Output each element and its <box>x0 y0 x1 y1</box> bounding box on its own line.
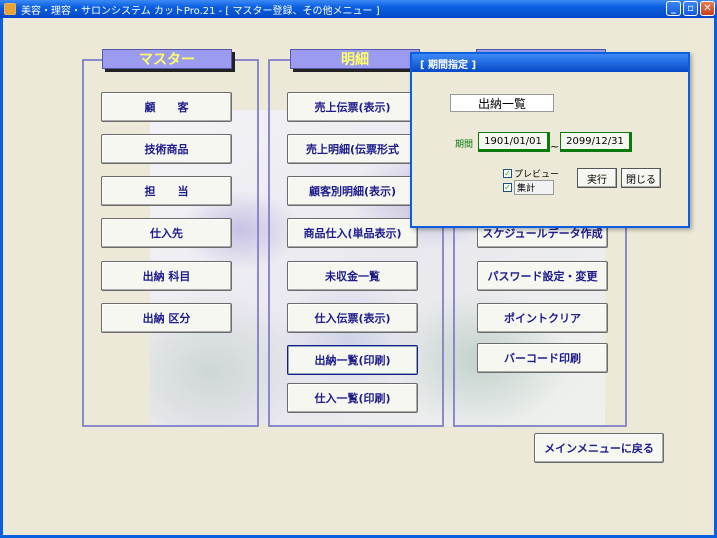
total-checkbox[interactable]: ✓ <box>503 183 512 192</box>
customer-button[interactable]: 顧 客 <box>101 92 232 122</box>
product-purchase-button[interactable]: 商品仕入(単品表示) <box>287 218 418 248</box>
sales-detail-button[interactable]: 売上明細(伝票形式 <box>287 134 418 164</box>
dialog-close-button[interactable]: 閉じる <box>621 168 661 188</box>
preview-option[interactable]: ✓ プレビュー <box>503 167 559 180</box>
purchase-slip-button[interactable]: 仕入伝票(表示) <box>287 303 418 333</box>
run-button[interactable]: 実行 <box>577 168 617 188</box>
date-from-field[interactable]: 1901/01/01 <box>478 132 550 152</box>
purchase-list-print-button[interactable]: 仕入一覧(印刷) <box>287 383 418 413</box>
sales-slip-button[interactable]: 売上伝票(表示) <box>287 92 418 122</box>
service-products-button[interactable]: 技術商品 <box>101 134 232 164</box>
customer-detail-button[interactable]: 顧客別明細(表示) <box>287 176 418 206</box>
barcode-print-button[interactable]: バーコード印刷 <box>477 343 608 373</box>
account-category-button[interactable]: 出納 区分 <box>101 303 232 333</box>
password-settings-button[interactable]: パスワード設定・変更 <box>477 261 608 291</box>
title-bar: 美容・理容・サロンシステム カットPro.21 - [ マスター登録、その他メニ… <box>0 0 717 18</box>
preview-checkbox[interactable]: ✓ <box>503 169 512 178</box>
staff-button[interactable]: 担 当 <box>101 176 232 206</box>
total-label: 集計 <box>514 180 554 195</box>
preview-label: プレビュー <box>514 170 560 180</box>
account-item-button[interactable]: 出納 科目 <box>101 261 232 291</box>
period-dialog: [ 期間指定 ] 出納一覧 期間 1901/01/01 ~ 2099/12/31… <box>410 52 690 228</box>
master-heading: マスター <box>102 49 232 69</box>
app-icon <box>4 3 16 15</box>
report-name: 出納一覧 <box>450 94 554 112</box>
window-title: 美容・理容・サロンシステム カットPro.21 - [ マスター登録、その他メニ… <box>21 5 380 17</box>
back-to-main-menu-button[interactable]: メインメニューに戻る <box>534 433 664 463</box>
close-button[interactable]: ✕ <box>700 1 715 16</box>
detail-heading: 明細 <box>290 49 420 69</box>
receivables-list-button[interactable]: 未収金一覧 <box>287 261 418 291</box>
minimize-button[interactable]: _ <box>666 1 681 16</box>
date-to-field[interactable]: 2099/12/31 <box>560 132 632 152</box>
period-label: 期間 <box>455 140 474 150</box>
point-clear-button[interactable]: ポイントクリア <box>477 303 608 333</box>
tilde-separator: ~ <box>550 140 560 153</box>
maximize-button[interactable]: ▫ <box>683 1 698 16</box>
total-option[interactable]: ✓ 集計 <box>503 180 554 195</box>
supplier-button[interactable]: 仕入先 <box>101 218 232 248</box>
cash-list-print-button[interactable]: 出納一覧(印刷) <box>287 345 418 375</box>
dialog-title: [ 期間指定 ] <box>412 54 688 72</box>
